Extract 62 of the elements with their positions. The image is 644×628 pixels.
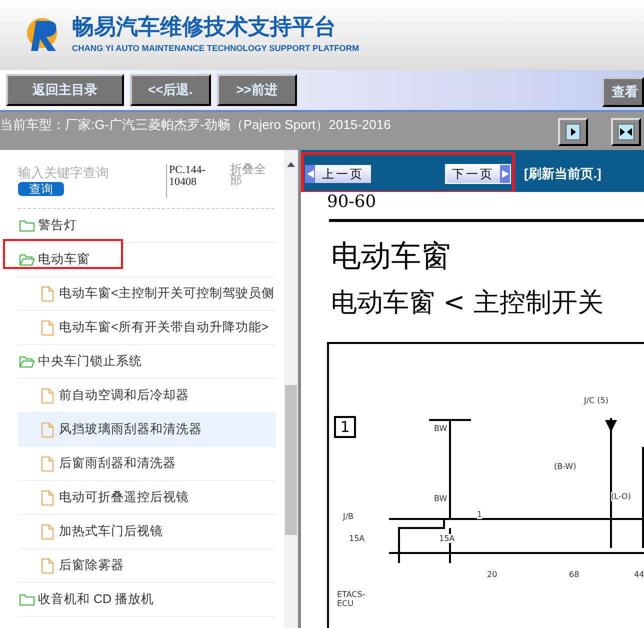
expand-panel-button[interactable] (558, 118, 588, 146)
split-panel-button[interactable] (611, 118, 641, 146)
site-title: 畅易汽车维修技术支持平台 (72, 16, 337, 38)
search-field[interactable]: 输入关键字查询 (18, 164, 158, 182)
tree-page[interactable]: 电动车窗<所有开关带自动升降功能> (18, 310, 276, 344)
view-button[interactable]: 查看 (602, 77, 644, 107)
tree-page[interactable]: 后窗雨刮器和清洗器 (18, 446, 276, 480)
diagram-label: 68 (569, 570, 580, 579)
nav-button[interactable]: <<后退. (130, 74, 211, 106)
tree-page[interactable]: 电动可折叠遥控后视镜 (18, 480, 276, 514)
page-title: 电动车窗 (331, 240, 451, 274)
refresh-link[interactable]: [刷新当前页.] (524, 164, 602, 184)
page-subtitle: 电动车窗 < 主控制开关 (331, 288, 604, 318)
page-icon (41, 320, 54, 336)
page-icon (41, 524, 54, 540)
site-subtitle: CHANG YI AUTO MAINTENANCE TECHNOLOGY SUPPORT PLATFORM (72, 42, 360, 54)
open-folder-icon (19, 253, 35, 266)
open-folder-icon (19, 355, 35, 368)
tree-folder[interactable]: 中央车门锁止系统 (18, 348, 146, 374)
folder-icon (19, 593, 35, 606)
page-icon (41, 388, 54, 404)
section-number: 1 (334, 416, 356, 438)
arrow-right-icon (566, 124, 580, 140)
tree-page[interactable]: 前自动空调和后冷却器 (18, 378, 276, 412)
previous-page-button[interactable]: 上一页 (305, 165, 371, 183)
search-button[interactable]: 查询 (18, 182, 64, 196)
page-icon (41, 286, 54, 302)
arrow-left-icon (306, 170, 314, 178)
diagram-label: 44 (634, 570, 644, 579)
diagram-label: 15A (439, 534, 455, 543)
tree-page[interactable]: 加热式车门后视镜 (18, 514, 276, 548)
page-icon (41, 490, 54, 506)
diagram-label: BW (434, 424, 448, 433)
page-icon (41, 558, 54, 574)
diagram-label: J/C (5) (584, 396, 609, 405)
tree-folder[interactable]: 警告灯 (18, 212, 81, 238)
next-page-button[interactable]: 下一页 (445, 164, 511, 184)
tree-page[interactable]: 后窗除雾器 (18, 548, 276, 582)
arrow-right-icon (502, 170, 508, 178)
diagram-label: 1 (477, 510, 482, 519)
folder-icon (19, 219, 35, 232)
page-number: 90-60 (327, 192, 376, 212)
nav-button[interactable]: 返回主目录 (6, 74, 124, 106)
page-icon (41, 422, 54, 438)
diagram-label: BW (434, 494, 448, 503)
diagram-label: 15A (349, 534, 365, 543)
page-icon (41, 456, 54, 472)
tree-page[interactable]: 电动车窗<主控制开关可控制驾驶员侧 (18, 276, 276, 310)
part-code: PC.144-10408 (166, 164, 222, 198)
tree-folder[interactable]: 电动车窗 (18, 246, 94, 272)
diagram-label: ETACS-ECU (337, 590, 367, 608)
diagram-label: J/B (343, 512, 354, 521)
nav-button[interactable]: >>前进 (216, 74, 297, 106)
vehicle-info: 当前车型：厂家:G-广汽三菱帕杰罗-劲畅（Pajero Sport）2015-2016 (0, 116, 391, 134)
tree-page[interactable]: 风挡玻璃雨刮器和清洗器 (18, 412, 276, 446)
arrows-inward-icon (618, 124, 634, 140)
diagram-label: 20 (487, 570, 498, 579)
diagram-label: (B-W) (554, 462, 576, 471)
scrollbar-thumb[interactable] (285, 385, 297, 535)
scroll-up-icon[interactable] (287, 162, 295, 167)
tree-folder[interactable]: 收音机和 CD 播放机 (18, 586, 158, 612)
diagram-label: (L-O) (611, 492, 631, 501)
